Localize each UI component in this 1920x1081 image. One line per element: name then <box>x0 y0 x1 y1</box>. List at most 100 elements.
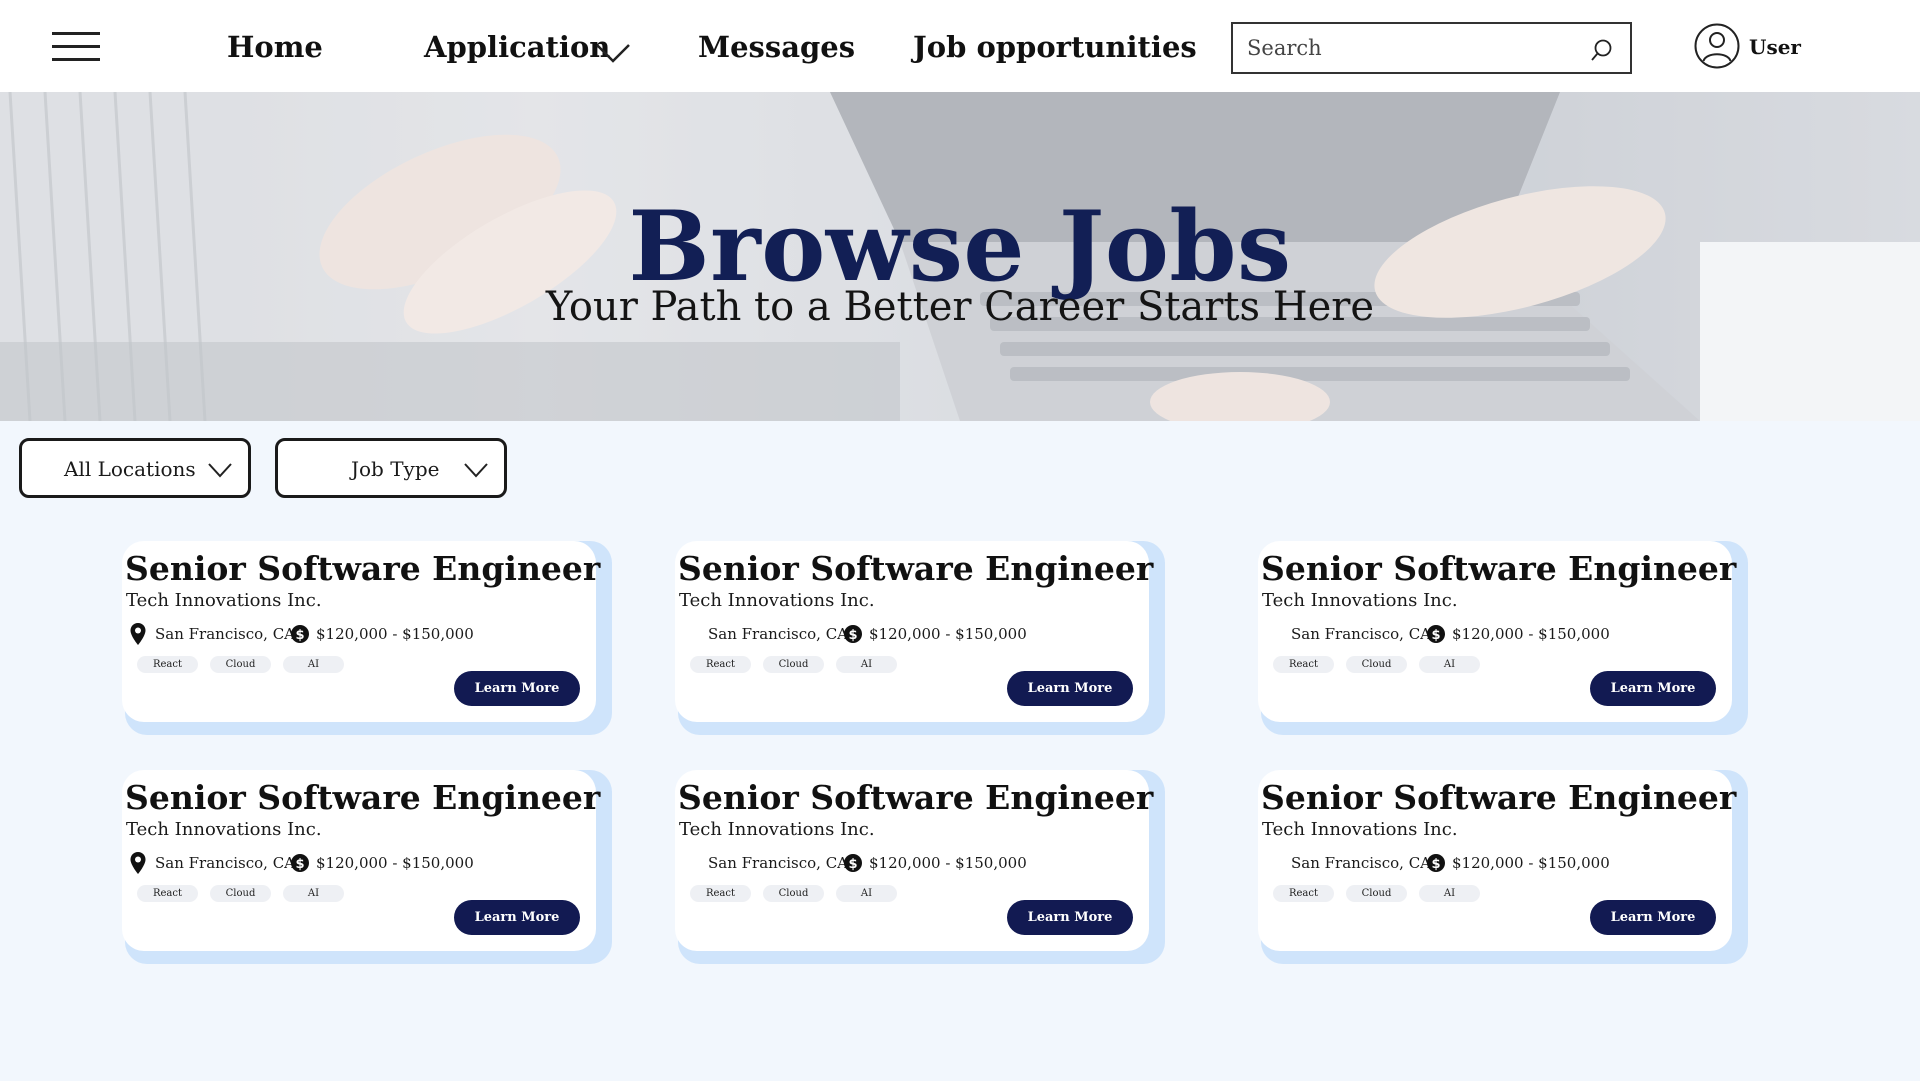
card-body: Senior Software Engineer Tech Innovation… <box>675 541 1153 722</box>
card-body: Senior Software Engineer Tech Innovation… <box>122 541 600 722</box>
job-location: San Francisco, CA <box>1291 854 1432 872</box>
svg-text:$: $ <box>848 628 857 643</box>
location-pin-icon <box>130 852 146 874</box>
job-location: San Francisco, CA <box>155 854 296 872</box>
skill-tag: Cloud <box>210 656 271 673</box>
job-type-filter-dropdown[interactable]: Job Type <box>275 438 507 498</box>
skill-tag: AI <box>1419 885 1480 902</box>
job-location: San Francisco, CA <box>155 625 296 643</box>
nav-link-application[interactable]: Application <box>424 30 610 64</box>
learn-more-button[interactable]: Learn More <box>1007 671 1133 706</box>
job-title: Senior Software Engineer <box>678 549 1154 588</box>
skill-tag: Cloud <box>1346 656 1407 673</box>
dollar-icon: $ <box>844 854 862 872</box>
location-pin-icon <box>130 623 146 645</box>
skill-tags: React Cloud AI <box>1273 656 1573 674</box>
dollar-icon: $ <box>291 854 309 872</box>
skill-tag: Cloud <box>763 656 824 673</box>
card-body: Senior Software Engineer Tech Innovation… <box>122 770 600 951</box>
skill-tag: React <box>137 656 198 673</box>
job-type-filter-label: Job Type <box>351 457 440 481</box>
learn-more-button[interactable]: Learn More <box>1590 671 1716 706</box>
job-location: San Francisco, CA <box>708 625 849 643</box>
skill-tag: AI <box>1419 656 1480 673</box>
skill-tag: AI <box>836 885 897 902</box>
skill-tag: React <box>690 656 751 673</box>
top-navbar: Home Application Messages Job opportunit… <box>0 0 1920 92</box>
card-body: Senior Software Engineer Tech Innovation… <box>675 770 1153 951</box>
learn-more-button[interactable]: Learn More <box>1590 900 1716 935</box>
search-icon[interactable] <box>1590 38 1614 62</box>
nav-link-job-opportunities[interactable]: Job opportunities <box>913 30 1197 64</box>
learn-more-button[interactable]: Learn More <box>454 900 580 935</box>
svg-text:$: $ <box>848 857 857 872</box>
job-meta: San Francisco, CA $ $120,000 - $150,000 <box>130 623 550 645</box>
company-name: Tech Innovations Inc. <box>679 819 875 840</box>
card-body: Senior Software Engineer Tech Innovation… <box>1258 770 1736 951</box>
job-meta: San Francisco, CA $ $120,000 - $150,000 <box>1266 852 1686 874</box>
skill-tag: React <box>1273 656 1334 673</box>
skill-tag: React <box>690 885 751 902</box>
job-meta: San Francisco, CA $ $120,000 - $150,000 <box>130 852 550 874</box>
location-filter-dropdown[interactable]: All Locations <box>19 438 251 498</box>
chevron-down-icon[interactable] <box>595 42 631 64</box>
dollar-icon: $ <box>1427 854 1445 872</box>
job-card[interactable]: Senior Software Engineer Tech Innovation… <box>675 770 1165 964</box>
search-box <box>1231 22 1632 74</box>
job-card[interactable]: Senior Software Engineer Tech Innovation… <box>122 770 612 964</box>
svg-text:$: $ <box>1431 857 1440 872</box>
job-title: Senior Software Engineer <box>678 778 1154 817</box>
company-name: Tech Innovations Inc. <box>679 590 875 611</box>
learn-more-button[interactable]: Learn More <box>454 671 580 706</box>
company-name: Tech Innovations Inc. <box>126 819 322 840</box>
skill-tag: React <box>1273 885 1334 902</box>
hamburger-menu-icon[interactable] <box>52 32 100 62</box>
job-salary: $120,000 - $150,000 <box>316 854 474 872</box>
skill-tag: AI <box>283 885 344 902</box>
job-card[interactable]: Senior Software Engineer Tech Innovation… <box>122 541 612 735</box>
dollar-icon: $ <box>291 625 309 643</box>
job-location: San Francisco, CA <box>708 854 849 872</box>
skill-tag: AI <box>836 656 897 673</box>
skill-tag: Cloud <box>1346 885 1407 902</box>
user-circle-icon <box>1694 23 1740 69</box>
skill-tag: React <box>137 885 198 902</box>
learn-more-button[interactable]: Learn More <box>1007 900 1133 935</box>
location-filter-label: All Locations <box>64 457 196 481</box>
skill-tag: Cloud <box>210 885 271 902</box>
skill-tags: React Cloud AI <box>137 656 437 674</box>
hero-banner: Browse Jobs Your Path to a Better Career… <box>0 92 1920 421</box>
job-card[interactable]: Senior Software Engineer Tech Innovation… <box>1258 541 1748 735</box>
job-meta: San Francisco, CA $ $120,000 - $150,000 <box>1266 623 1686 645</box>
svg-text:$: $ <box>295 857 304 872</box>
skill-tags: React Cloud AI <box>1273 885 1573 903</box>
skill-tags: React Cloud AI <box>690 885 990 903</box>
job-salary: $120,000 - $150,000 <box>1452 854 1610 872</box>
dollar-icon: $ <box>1427 625 1445 643</box>
chevron-down-icon <box>464 463 488 478</box>
job-card[interactable]: Senior Software Engineer Tech Innovation… <box>675 541 1165 735</box>
job-salary: $120,000 - $150,000 <box>869 625 1027 643</box>
nav-link-home[interactable]: Home <box>227 30 323 64</box>
job-salary: $120,000 - $150,000 <box>1452 625 1610 643</box>
skill-tag: Cloud <box>763 885 824 902</box>
job-meta: San Francisco, CA $ $120,000 - $150,000 <box>683 852 1103 874</box>
search-input[interactable] <box>1233 24 1573 72</box>
hero-subtitle: Your Path to a Better Career Starts Here <box>545 284 1375 330</box>
job-card[interactable]: Senior Software Engineer Tech Innovation… <box>1258 770 1748 964</box>
skill-tags: React Cloud AI <box>137 885 437 903</box>
skill-tags: React Cloud AI <box>690 656 990 674</box>
job-title: Senior Software Engineer <box>125 549 601 588</box>
svg-text:$: $ <box>295 628 304 643</box>
company-name: Tech Innovations Inc. <box>1262 590 1458 611</box>
job-title: Senior Software Engineer <box>1261 549 1737 588</box>
job-title: Senior Software Engineer <box>1261 778 1737 817</box>
job-meta: San Francisco, CA $ $120,000 - $150,000 <box>683 623 1103 645</box>
svg-text:$: $ <box>1431 628 1440 643</box>
company-name: Tech Innovations Inc. <box>1262 819 1458 840</box>
chevron-down-icon <box>208 463 232 478</box>
user-label: User <box>1749 35 1801 59</box>
job-salary: $120,000 - $150,000 <box>316 625 474 643</box>
company-name: Tech Innovations Inc. <box>126 590 322 611</box>
nav-link-messages[interactable]: Messages <box>698 30 855 64</box>
